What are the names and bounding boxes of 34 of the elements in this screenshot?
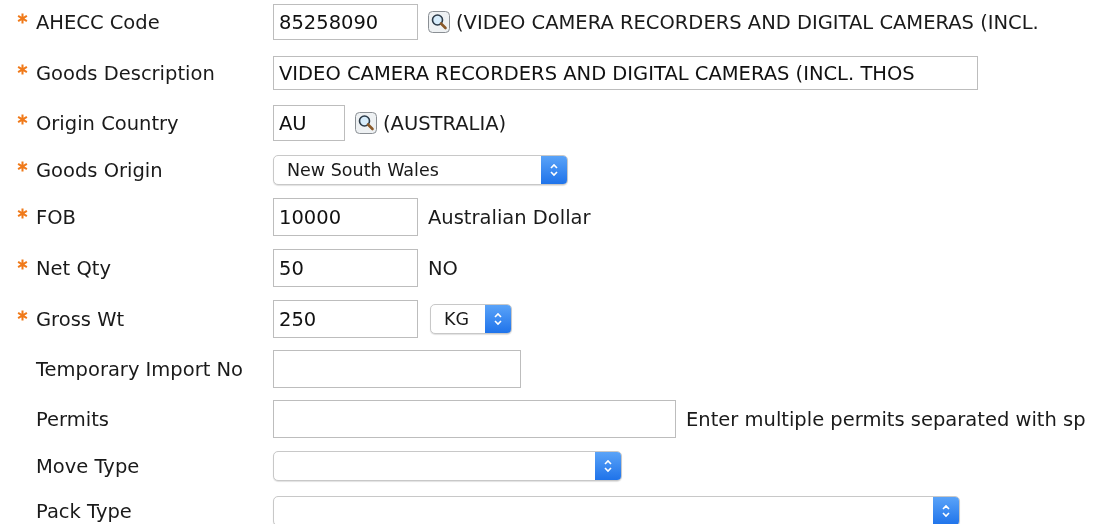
field-label: Temporary Import No — [36, 357, 245, 381]
field-label: Goods Description — [36, 61, 216, 85]
field-label: Gross Wt — [36, 307, 126, 331]
field-label: Pack Type — [36, 499, 133, 523]
updown-arrows-icon — [941, 503, 951, 519]
field-note: (AUSTRALIA) — [383, 111, 507, 135]
updown-arrows-icon — [603, 458, 613, 474]
updown-arrows-icon — [549, 162, 559, 178]
dropdown[interactable] — [273, 496, 960, 524]
field-label: Net Qty — [36, 256, 112, 280]
field-label: AHECC Code — [36, 10, 161, 34]
field-label: Permits — [36, 407, 110, 431]
field-label: Goods Origin — [36, 158, 164, 182]
field-note: Enter multiple permits separated with sp — [686, 407, 1086, 431]
text-field[interactable] — [273, 350, 521, 388]
field-label: Move Type — [36, 454, 141, 478]
search-icon[interactable] — [355, 112, 377, 134]
dropdown[interactable]: New South Wales — [273, 155, 568, 185]
field-label: Origin Country — [36, 111, 180, 135]
dropdown[interactable] — [273, 451, 622, 481]
text-field[interactable]: 85258090 — [273, 4, 418, 40]
text-field[interactable]: AU — [273, 105, 345, 141]
text-field[interactable]: VIDEO CAMERA RECORDERS AND DIGITAL CAMERAS (INCL. THOS — [273, 56, 978, 90]
field-label: FOB — [36, 205, 77, 229]
dropdown[interactable]: KG — [430, 304, 512, 334]
field-note: NO — [428, 256, 458, 280]
field-note: (VIDEO CAMERA RECORDERS AND DIGITAL CAMERAS (INCL. — [456, 10, 1039, 34]
field-note: Australian Dollar — [428, 205, 591, 229]
text-field[interactable]: 10000 — [273, 198, 418, 236]
text-field[interactable] — [273, 400, 676, 438]
text-field[interactable]: 50 — [273, 249, 418, 287]
text-field[interactable]: 250 — [273, 300, 418, 338]
updown-arrows-icon — [493, 311, 503, 327]
search-icon[interactable] — [428, 11, 450, 33]
